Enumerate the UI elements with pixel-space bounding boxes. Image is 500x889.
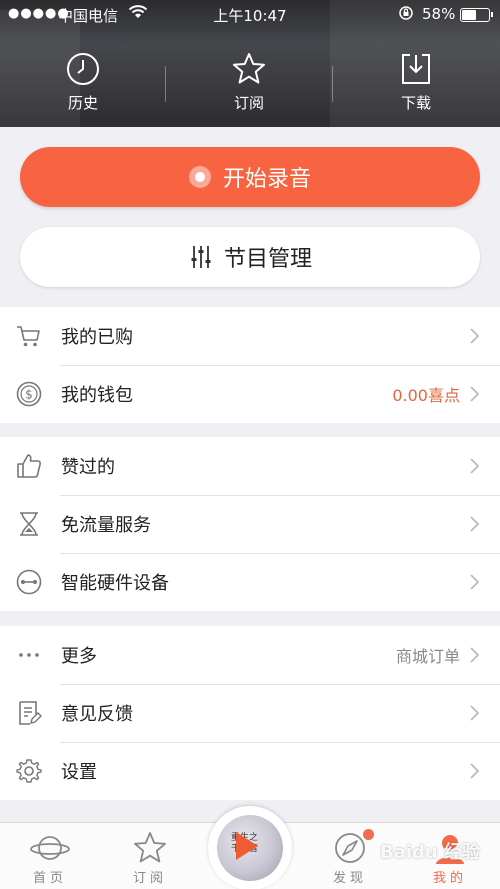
planet-icon (30, 836, 70, 860)
tab-subscribe-label: 订阅 (132, 871, 167, 886)
menu-item-purchased[interactable]: 我的已购 (0, 307, 500, 365)
program-management-button[interactable]: 节目管理 (20, 227, 480, 287)
chevron-right-icon (470, 705, 480, 721)
tab-home[interactable]: 首页 (0, 823, 100, 886)
wallet-balance: 0.00喜点 (392, 386, 460, 405)
chevron-right-icon (470, 763, 480, 779)
notification-dot (363, 829, 374, 840)
nav-subscribe-label: 订阅 (233, 94, 264, 112)
menu-item-feedback[interactable]: 意见反馈 (0, 684, 500, 742)
nav-subscribe[interactable]: 订阅 (199, 48, 299, 113)
divider (165, 66, 166, 102)
hourglass-icon (20, 512, 38, 536)
menu-item-label: 我的钱包 (61, 385, 133, 406)
shop-orders-link[interactable]: 商城订单 (396, 643, 460, 667)
gear-icon (16, 759, 42, 783)
menu-item-label: 意见反馈 (61, 704, 133, 725)
chevron-right-icon (470, 574, 480, 590)
nav-history[interactable]: 历史 (33, 48, 133, 113)
menu-item-settings[interactable]: 设置 (0, 742, 500, 800)
menu-item-smart-hardware[interactable]: 智能硬件设备 (0, 553, 500, 611)
menu-item-liked[interactable]: 赞过的 (0, 437, 500, 495)
svg-text:$: $ (25, 388, 33, 402)
menu-group-more: 更多 商城订单 意见反馈 设置 (0, 626, 500, 800)
coin-icon: $ (16, 381, 42, 407)
menu-group-purchases: 我的已购 $ 我的钱包 0.00喜点 (0, 307, 500, 423)
menu-item-label: 更多 (61, 646, 97, 667)
chevron-right-icon (470, 647, 480, 663)
star-icon (233, 53, 265, 84)
thumbs-up-icon (17, 454, 41, 478)
header: ●●●●● 中国电信 上午10:47 58% 历史 订阅 下载 (0, 0, 500, 127)
tab-discover-label: 发现 (332, 871, 367, 886)
start-recording-button[interactable]: 开始录音 (20, 147, 480, 207)
nav-history-label: 历史 (67, 94, 98, 112)
sliders-icon (191, 246, 211, 268)
menu-item-more[interactable]: 更多 商城订单 (0, 626, 500, 684)
device-icon (16, 569, 42, 595)
menu-item-label: 我的已购 (61, 327, 133, 348)
menu-group-services: 赞过的 免流量服务 智能硬件设备 (0, 437, 500, 611)
clock-icon (67, 53, 99, 85)
battery-level (462, 10, 476, 20)
battery-icon (460, 8, 493, 22)
nav-download[interactable]: 下载 (366, 48, 466, 113)
cart-icon (17, 326, 40, 347)
start-recording-label: 开始录音 (222, 167, 311, 192)
tab-subscribe[interactable]: 订阅 (100, 823, 200, 886)
download-icon (402, 54, 430, 84)
battery-percent: 58% (422, 5, 456, 23)
menu-item-label: 设置 (61, 762, 97, 783)
program-management-label: 节目管理 (223, 247, 312, 272)
top-nav: 历史 订阅 下载 (0, 48, 500, 118)
more-dots-icon (19, 653, 39, 657)
chevron-right-icon (470, 386, 480, 402)
menu-item-wallet[interactable]: $ 我的钱包 0.00喜点 (0, 365, 500, 423)
tab-home-label: 首页 (32, 871, 67, 886)
feedback-icon (19, 701, 42, 725)
chevron-right-icon (470, 516, 480, 532)
menu-item-label: 智能硬件设备 (61, 573, 169, 594)
star-icon (134, 832, 166, 863)
chevron-right-icon (470, 328, 480, 344)
now-playing-button[interactable]: 重生之 千般音 (208, 806, 292, 889)
record-dot-icon (188, 166, 211, 188)
tab-mine-label: 我的 (432, 871, 467, 886)
play-icon (236, 832, 258, 860)
watermark: Baidu 经验 (380, 842, 481, 863)
menu-item-free-data[interactable]: 免流量服务 (0, 495, 500, 553)
divider (332, 66, 333, 102)
nav-download-label: 下载 (400, 94, 431, 112)
menu-item-label: 免流量服务 (61, 515, 151, 536)
menu-item-label: 赞过的 (61, 457, 115, 478)
status-bar: ●●●●● 中国电信 上午10:47 58% (0, 0, 500, 30)
chevron-right-icon (470, 458, 480, 474)
rotation-lock-icon (398, 5, 414, 25)
